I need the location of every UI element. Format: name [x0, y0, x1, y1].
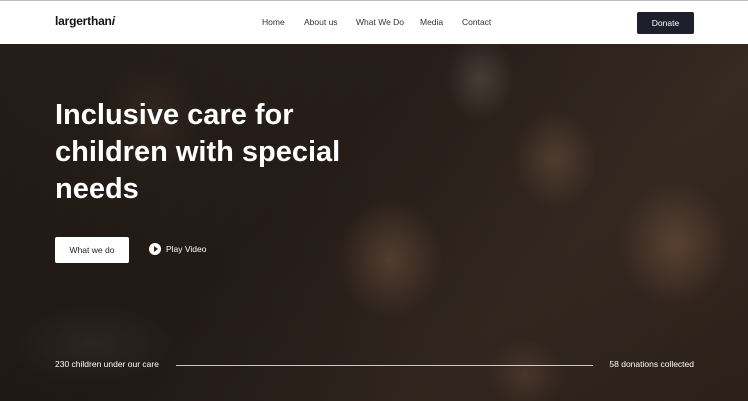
play-video-button[interactable]: Play Video	[149, 243, 206, 255]
nav-link-home[interactable]: Home	[262, 17, 285, 27]
donate-button[interactable]: Donate	[637, 12, 694, 34]
play-icon	[149, 243, 161, 255]
nav-link-what-we-do[interactable]: What We Do	[356, 17, 404, 27]
nav-link-media[interactable]: Media	[420, 17, 443, 27]
stats-divider-line	[176, 365, 593, 366]
donations-count-stat: 58 donations collected	[609, 359, 694, 369]
hero-headline: Inclusive care for children with special…	[55, 99, 341, 205]
children-count-stat: 230 children under our care	[55, 359, 159, 369]
logo-text: largerthan	[55, 14, 112, 28]
stats-bar: 230 children under our care 58 donations…	[0, 358, 748, 372]
nav-link-contact[interactable]: Contact	[462, 17, 491, 27]
top-navbar: largerthani Home About us What We Do Med…	[0, 0, 748, 44]
nav-link-about-us[interactable]: About us	[304, 17, 338, 27]
hero-section: Inclusive care for children with special…	[0, 44, 748, 401]
play-video-label: Play Video	[166, 244, 207, 254]
what-we-do-button[interactable]: What we do	[55, 237, 129, 263]
logo[interactable]: largerthani	[55, 14, 115, 28]
logo-accent: i	[111, 14, 115, 28]
